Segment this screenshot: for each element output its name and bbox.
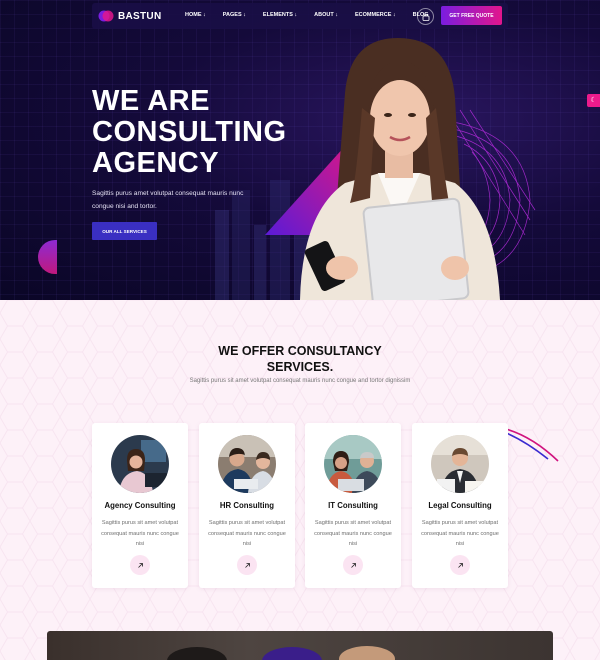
card-arrow-button[interactable] bbox=[237, 555, 257, 575]
it-consulting-photo bbox=[324, 435, 382, 493]
arrow-up-right-icon bbox=[137, 562, 143, 568]
chevron-down-icon: ↓ bbox=[392, 12, 396, 18]
card-title: Agency Consulting bbox=[104, 501, 176, 510]
service-card-legal[interactable]: Legal Consulting Sagittis purus sit amet… bbox=[412, 423, 508, 588]
hero-title-line: CONSULTING bbox=[92, 116, 287, 148]
services-title-line: WE OFFER CONSULTANCY bbox=[218, 344, 382, 358]
chevron-down-icon: ↓ bbox=[335, 12, 338, 18]
nav-item-ecommerce[interactable]: ECOMMERCE ↓ bbox=[355, 12, 396, 18]
service-card-hr[interactable]: HR Consulting Sagittis purus sit amet vo… bbox=[199, 423, 295, 588]
consultant-woman-image bbox=[300, 38, 500, 300]
services-title-line: SERVICES. bbox=[266, 359, 334, 374]
shopping-bag-icon bbox=[422, 13, 429, 21]
nav-item-about[interactable]: ABOUT ↓ bbox=[314, 12, 338, 18]
card-title: HR Consulting bbox=[219, 501, 275, 510]
card-arrow-button[interactable] bbox=[343, 555, 363, 575]
chevron-down-icon: ↓ bbox=[294, 12, 298, 18]
logo-mark-icon bbox=[98, 10, 114, 22]
cart-button[interactable] bbox=[417, 8, 434, 25]
hero-title: WE ARE CONSULTING AGENCY bbox=[92, 86, 287, 179]
team-photo-banner bbox=[47, 631, 553, 660]
brand-name: BASTUN bbox=[118, 10, 162, 22]
brand-logo[interactable]: BASTUN bbox=[98, 8, 161, 24]
chevron-down-icon: ↓ bbox=[203, 12, 206, 18]
services-subtitle: Sagittis purus sit amet volutpat consequ… bbox=[189, 378, 411, 384]
arrow-up-right-icon bbox=[457, 562, 463, 568]
card-arrow-button[interactable] bbox=[130, 555, 150, 575]
hero-section: BASTUN HOME ↓ PAGES ↓ ELEMENTS ↓ ABOUT ↓… bbox=[0, 0, 600, 300]
settings-toggle-icon[interactable]: ☾ bbox=[587, 94, 600, 107]
hero-title-line: WE ARE bbox=[92, 85, 210, 117]
arrow-up-right-icon bbox=[350, 562, 356, 568]
get-free-quote-button[interactable]: GET FREE QUOTE bbox=[441, 6, 502, 25]
chevron-down-icon: ↓ bbox=[243, 12, 246, 18]
hero-title-line: AGENCY bbox=[92, 147, 220, 179]
service-card-it[interactable]: IT Consulting Sagittis purus sit amet vo… bbox=[305, 423, 401, 588]
service-card-agency[interactable]: Agency Consulting Sagittis purus sit ame… bbox=[92, 423, 188, 588]
team-photo-image bbox=[167, 646, 395, 660]
card-description: Sagittis purus sit amet volutpat consequ… bbox=[208, 520, 286, 547]
our-all-services-button[interactable]: OUR ALL SERVICES bbox=[92, 222, 157, 240]
card-title: Legal Consulting bbox=[428, 501, 492, 510]
nav-item-home[interactable]: HOME ↓ bbox=[185, 12, 206, 18]
nav-menu: HOME ↓ PAGES ↓ ELEMENTS ↓ ABOUT ↓ ECOMME… bbox=[185, 12, 446, 18]
card-arrow-button[interactable] bbox=[450, 555, 470, 575]
legal-consulting-photo bbox=[431, 435, 489, 493]
arrow-up-right-icon bbox=[244, 562, 250, 568]
services-title: WE OFFER CONSULTANCY SERVICES. bbox=[0, 344, 600, 375]
nav-item-elements[interactable]: ELEMENTS ↓ bbox=[263, 12, 297, 18]
nav-item-pages[interactable]: PAGES ↓ bbox=[223, 12, 246, 18]
services-section: WE OFFER CONSULTANCY SERVICES. Sagittis … bbox=[0, 300, 600, 660]
card-description: Sagittis purus sit amet volutpat consequ… bbox=[421, 520, 499, 547]
hero-subtitle: Sagittis purus amet volutpat consequat m… bbox=[92, 190, 244, 210]
main-navbar: BASTUN HOME ↓ PAGES ↓ ELEMENTS ↓ ABOUT ↓… bbox=[92, 3, 508, 29]
card-title: IT Consulting bbox=[328, 501, 378, 510]
hr-consulting-photo bbox=[218, 435, 276, 493]
agency-consulting-photo bbox=[111, 435, 169, 493]
card-description: Sagittis purus sit amet volutpat consequ… bbox=[314, 520, 392, 547]
card-description: Sagittis purus sit amet volutpat consequ… bbox=[101, 520, 179, 547]
